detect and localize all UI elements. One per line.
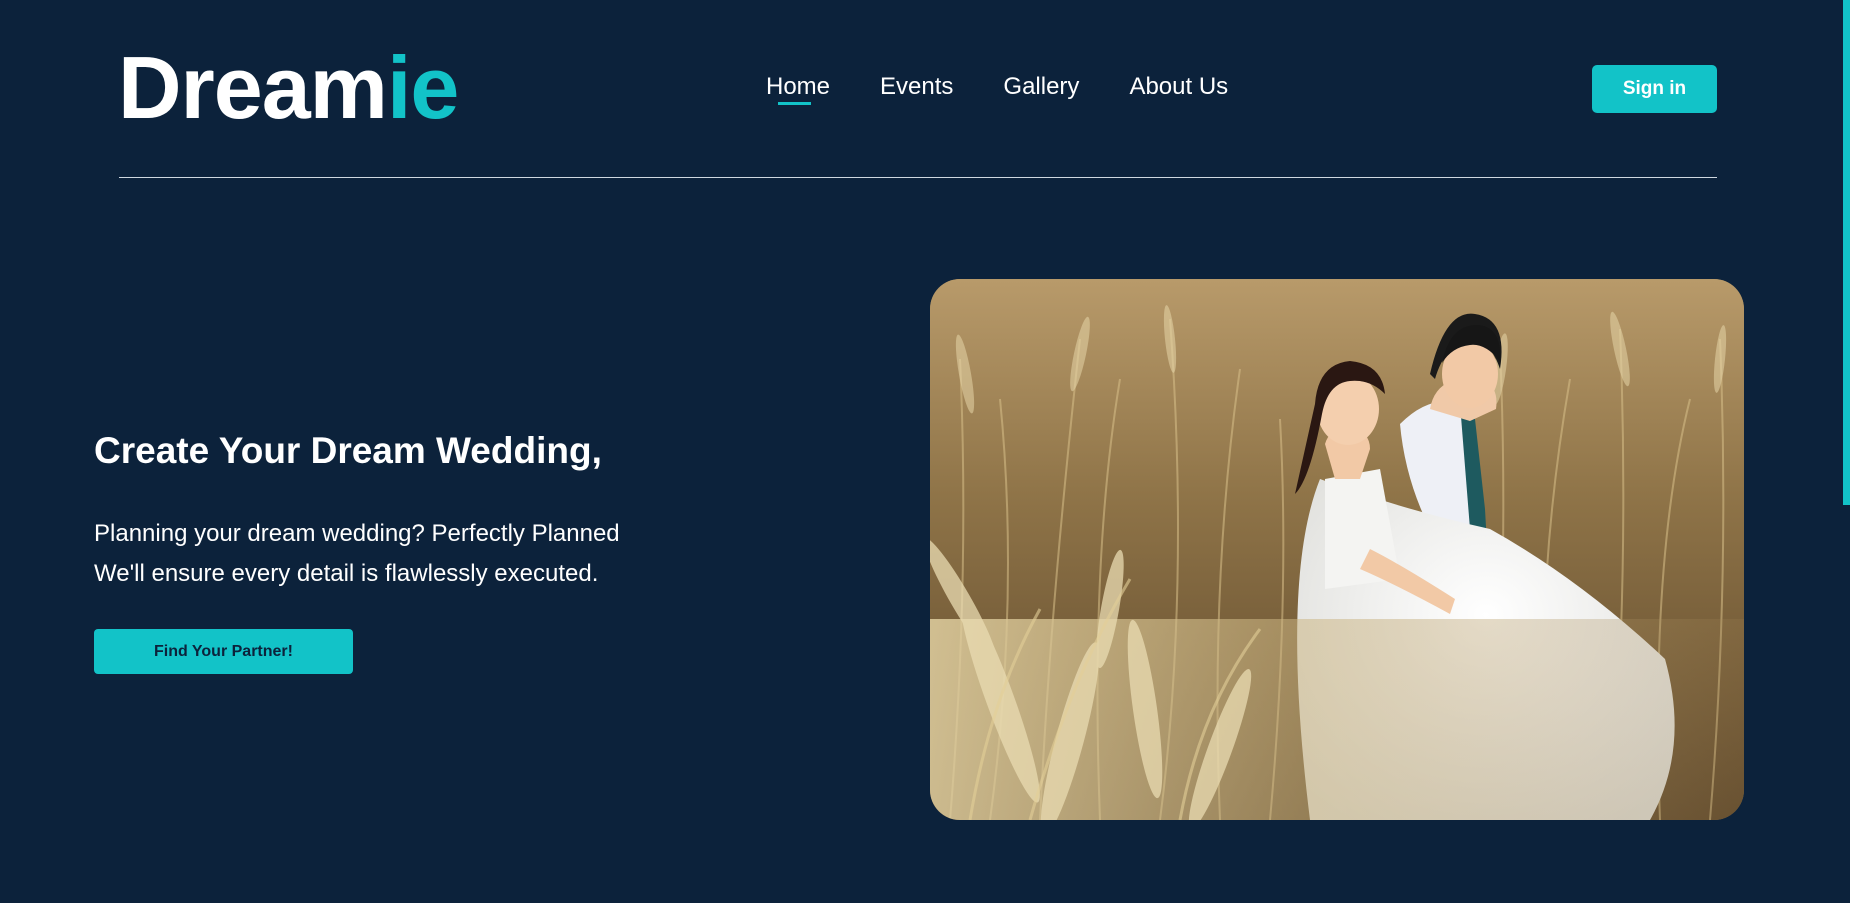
main-nav: Home Events Gallery About Us bbox=[766, 70, 1228, 110]
nav-item-events[interactable]: Events bbox=[880, 70, 953, 104]
nav-item-about-us[interactable]: About Us bbox=[1129, 70, 1228, 104]
nav-item-gallery[interactable]: Gallery bbox=[1003, 70, 1079, 104]
hero-description: Planning your dream wedding? Perfectly P… bbox=[94, 514, 620, 594]
header-divider bbox=[119, 177, 1717, 178]
hero-description-line-2: We'll ensure every detail is flawlessly … bbox=[94, 560, 599, 587]
hero-description-line-1: Planning your dream wedding? Perfectly P… bbox=[94, 520, 620, 547]
hero-image bbox=[930, 279, 1744, 820]
nav-item-home[interactable]: Home bbox=[766, 70, 830, 105]
scrollbar-thumb[interactable] bbox=[1843, 0, 1850, 505]
find-your-partner-button[interactable]: Find Your Partner! bbox=[94, 629, 353, 674]
logo-accent-text: ie bbox=[386, 38, 459, 137]
couple-in-grass-illustration bbox=[930, 279, 1744, 820]
page: Dreamie Home Events Gallery About Us Sig… bbox=[0, 0, 1850, 903]
hero-title: Create Your Dream Wedding, bbox=[94, 430, 602, 471]
sign-in-button[interactable]: Sign in bbox=[1592, 65, 1717, 113]
logo-text: Dream bbox=[118, 38, 388, 137]
logo[interactable]: Dreamie bbox=[118, 38, 459, 138]
